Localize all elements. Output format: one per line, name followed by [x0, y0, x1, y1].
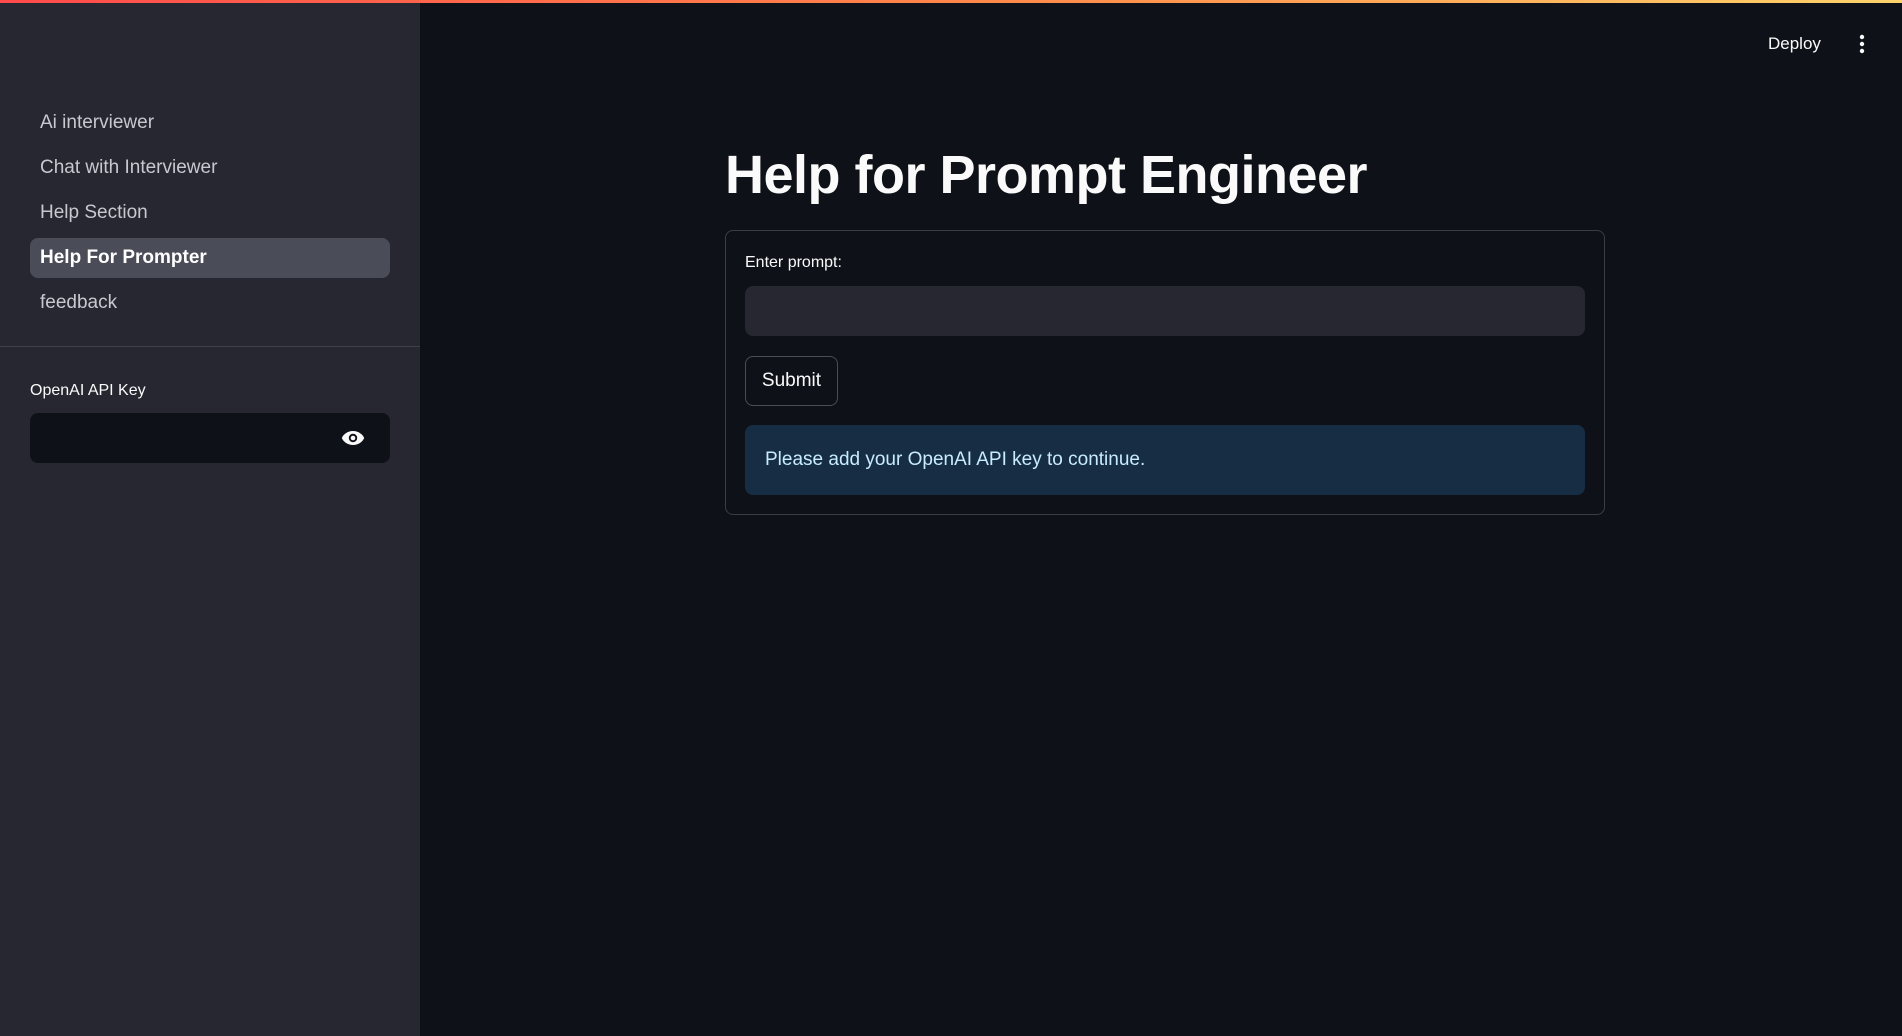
sidebar-item-ai-interviewer[interactable]: Ai interviewer — [30, 103, 390, 143]
submit-button[interactable]: Submit — [745, 356, 838, 406]
prompt-label: Enter prompt: — [745, 254, 842, 271]
info-alert-text: Please add your OpenAI API key to contin… — [765, 449, 1146, 470]
sidebar-item-help-for-prompter[interactable]: Help For Prompter — [30, 238, 390, 278]
page-title: Help for Prompt Engineer — [725, 145, 1368, 205]
info-alert: Please add your OpenAI API key to contin… — [745, 425, 1585, 495]
prompt-form: Enter prompt: Submit Please add your Ope… — [725, 230, 1605, 515]
api-key-label: OpenAI API Key — [30, 382, 146, 399]
sidebar-item-feedback[interactable]: feedback — [30, 283, 390, 323]
sidebar: Ai interviewer Chat with Interviewer Hel… — [0, 0, 420, 1036]
sidebar-nav: Ai interviewer Chat with Interviewer Hel… — [30, 103, 390, 328]
sidebar-item-chat-with-interviewer[interactable]: Chat with Interviewer — [30, 148, 390, 188]
top-decoration-bar — [0, 0, 1902, 3]
vertical-dots-icon[interactable] — [1850, 30, 1874, 58]
eye-icon[interactable] — [340, 425, 366, 451]
prompt-input[interactable] — [745, 286, 1585, 336]
api-key-input[interactable] — [30, 413, 330, 463]
deploy-button[interactable]: Deploy — [1764, 32, 1825, 56]
api-key-field-container — [30, 413, 390, 463]
sidebar-item-help-section[interactable]: Help Section — [30, 193, 390, 233]
sidebar-divider — [0, 346, 420, 347]
